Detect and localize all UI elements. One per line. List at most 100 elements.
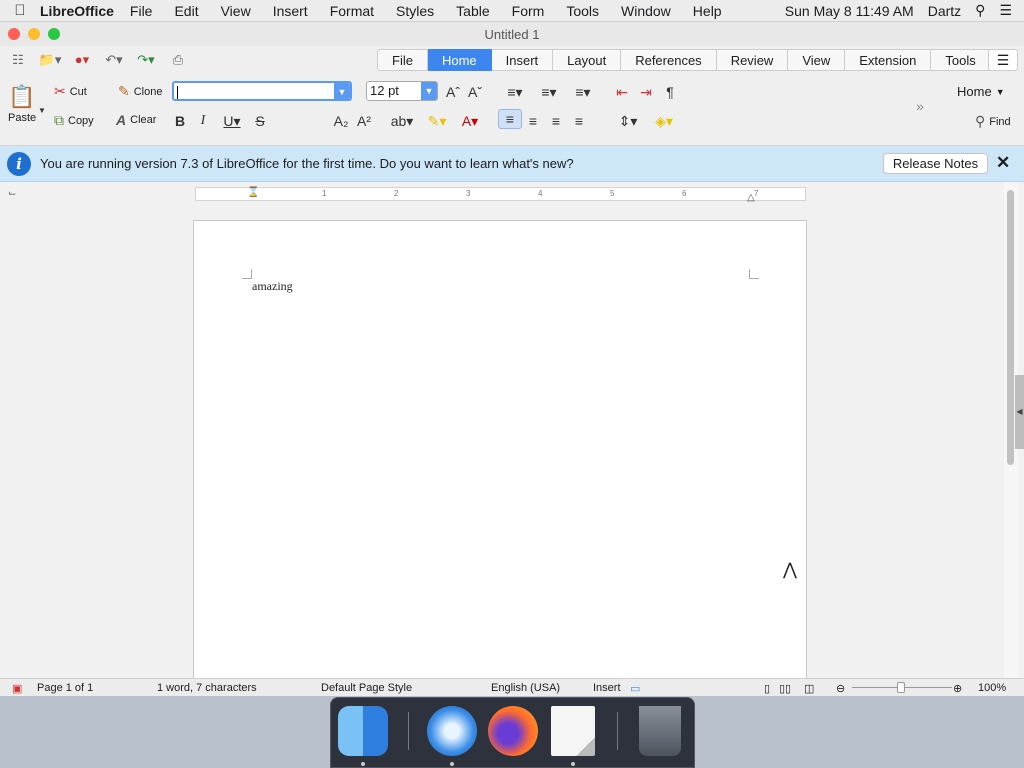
- zoom-window-button[interactable]: [48, 28, 60, 40]
- sidebar-toggle-icon[interactable]: ◀: [1015, 375, 1024, 449]
- safari-icon[interactable]: [427, 706, 477, 756]
- paste-button[interactable]: 📋 Paste: [8, 84, 36, 124]
- horizontal-ruler[interactable]: 1 2 3 4 5 6 7 ⌛ △: [195, 187, 806, 203]
- formatting-marks-icon[interactable]: ¶: [660, 82, 680, 102]
- strikethrough-icon[interactable]: S: [251, 111, 269, 131]
- tab-insert[interactable]: Insert: [491, 49, 554, 71]
- home-dropdown[interactable]: Home ▼: [957, 84, 1005, 99]
- decrease-indent-icon[interactable]: ⇥: [636, 82, 656, 102]
- page-style[interactable]: Default Page Style: [321, 682, 412, 694]
- italic-icon[interactable]: I: [194, 111, 212, 131]
- zoom-out-icon[interactable]: ⊖: [836, 682, 845, 695]
- copy-button[interactable]: ⧉ Copy: [54, 112, 94, 129]
- word-count[interactable]: 1 word, 7 characters: [157, 682, 257, 694]
- menu-insert[interactable]: Insert: [273, 3, 308, 19]
- paste-dropdown-icon[interactable]: ▼: [38, 100, 46, 120]
- close-icon[interactable]: ✕: [996, 153, 1010, 173]
- font-name-combobox[interactable]: ▼: [172, 81, 352, 101]
- new-document-icon[interactable]: ☷: [4, 50, 32, 70]
- clone-formatting-button[interactable]: ✎ Clone: [118, 83, 162, 100]
- menu-form[interactable]: Form: [512, 3, 545, 19]
- document-text[interactable]: amazing: [252, 279, 293, 294]
- minimize-window-button[interactable]: [28, 28, 40, 40]
- trash-icon[interactable]: [639, 706, 681, 756]
- document-page[interactable]: amazing: [193, 220, 807, 678]
- grow-font-icon[interactable]: Aˆ: [444, 82, 462, 102]
- menu-file[interactable]: File: [130, 3, 153, 19]
- zoom-in-icon[interactable]: ⊕: [953, 682, 962, 695]
- highlight-color-icon[interactable]: ✎▾: [422, 111, 452, 131]
- control-center-icon[interactable]: ☰: [999, 2, 1012, 19]
- superscript-icon[interactable]: A²: [354, 111, 374, 131]
- zoom-slider[interactable]: [852, 682, 952, 693]
- cut-button[interactable]: ✂ Cut: [54, 83, 87, 100]
- user-name[interactable]: Dartz: [928, 3, 961, 19]
- undo-icon[interactable]: ↶▾: [100, 50, 128, 70]
- tab-review[interactable]: Review: [716, 49, 789, 71]
- libreoffice-icon[interactable]: [551, 706, 595, 756]
- language[interactable]: English (USA): [491, 682, 560, 694]
- bold-icon[interactable]: B: [171, 111, 189, 131]
- menu-edit[interactable]: Edit: [174, 3, 198, 19]
- scrollbar-thumb[interactable]: [1007, 190, 1014, 465]
- tab-layout[interactable]: Layout: [553, 49, 622, 71]
- menu-view[interactable]: View: [221, 3, 251, 19]
- clear-formatting-button[interactable]: A Clear: [116, 112, 156, 128]
- single-page-view-icon[interactable]: ▯: [764, 682, 770, 695]
- close-window-button[interactable]: [8, 28, 20, 40]
- selection-mode-icon[interactable]: ▭: [630, 682, 640, 695]
- underline-icon[interactable]: U▾: [217, 111, 247, 131]
- outline-list-icon[interactable]: ≡▾: [568, 82, 598, 102]
- multi-page-view-icon[interactable]: ▯▯: [779, 682, 791, 695]
- font-name-dropdown-icon[interactable]: ▼: [334, 83, 350, 99]
- align-left-icon[interactable]: ≡: [498, 109, 522, 129]
- align-center-icon[interactable]: ≡: [523, 111, 543, 131]
- align-right-icon[interactable]: ≡: [546, 111, 566, 131]
- finder-icon[interactable]: [338, 706, 388, 756]
- shrink-font-icon[interactable]: Aˇ: [466, 82, 484, 102]
- page-number[interactable]: Page 1 of 1: [37, 682, 93, 694]
- release-notes-button[interactable]: Release Notes: [883, 153, 988, 174]
- tab-stop-type-icon[interactable]: ⌙: [8, 188, 16, 199]
- left-indent-marker-icon[interactable]: ⌛: [247, 187, 259, 198]
- tab-view[interactable]: View: [788, 49, 846, 71]
- zoom-level[interactable]: 100%: [978, 682, 1006, 694]
- menu-window[interactable]: Window: [621, 3, 671, 19]
- book-view-icon[interactable]: ◫: [804, 682, 814, 695]
- zoom-slider-handle[interactable]: [897, 682, 905, 693]
- tab-references[interactable]: References: [621, 49, 717, 71]
- paragraph-background-icon[interactable]: ◈▾: [648, 111, 680, 131]
- more-options-icon[interactable]: »: [910, 96, 930, 116]
- firefox-icon[interactable]: [488, 706, 538, 756]
- line-spacing-icon[interactable]: ⇕▾: [612, 111, 644, 131]
- apple-menu-icon[interactable]: : [0, 2, 40, 19]
- menu-app-name[interactable]: LibreOffice: [40, 3, 114, 19]
- tab-extension[interactable]: Extension: [845, 49, 932, 71]
- tab-tools[interactable]: Tools: [931, 49, 991, 71]
- justify-icon[interactable]: ≡: [569, 111, 589, 131]
- open-folder-icon[interactable]: 📁▾: [36, 50, 64, 70]
- increase-indent-icon[interactable]: ⇤: [612, 82, 632, 102]
- spotlight-search-icon[interactable]: ⚲: [975, 2, 985, 19]
- numbered-list-icon[interactable]: ≡▾: [534, 82, 564, 102]
- menu-format[interactable]: Format: [330, 3, 374, 19]
- menu-table[interactable]: Table: [456, 3, 489, 19]
- font-color-icon[interactable]: A▾: [455, 111, 485, 131]
- tab-file[interactable]: File: [377, 49, 428, 71]
- save-icon[interactable]: ●▾: [68, 50, 96, 70]
- print-icon[interactable]: ⎙: [164, 50, 192, 70]
- document-modified-icon[interactable]: ▣: [12, 682, 22, 695]
- clock[interactable]: Sun May 8 11:49 AM: [785, 3, 914, 19]
- character-spacing-icon[interactable]: ab▾: [386, 111, 418, 131]
- right-indent-marker-icon[interactable]: △: [747, 192, 755, 203]
- subscript-icon[interactable]: A₂: [331, 111, 351, 131]
- menu-help[interactable]: Help: [693, 3, 722, 19]
- menu-styles[interactable]: Styles: [396, 3, 434, 19]
- font-size-combobox[interactable]: 12 pt ▼: [366, 81, 438, 101]
- hamburger-menu-icon[interactable]: ☰: [988, 49, 1018, 71]
- font-size-dropdown-icon[interactable]: ▼: [421, 82, 437, 100]
- find-button[interactable]: ⚲ Find: [975, 113, 1011, 130]
- redo-icon[interactable]: ↷▾: [132, 50, 160, 70]
- insert-mode[interactable]: Insert: [593, 682, 621, 694]
- tab-home[interactable]: Home: [427, 49, 492, 71]
